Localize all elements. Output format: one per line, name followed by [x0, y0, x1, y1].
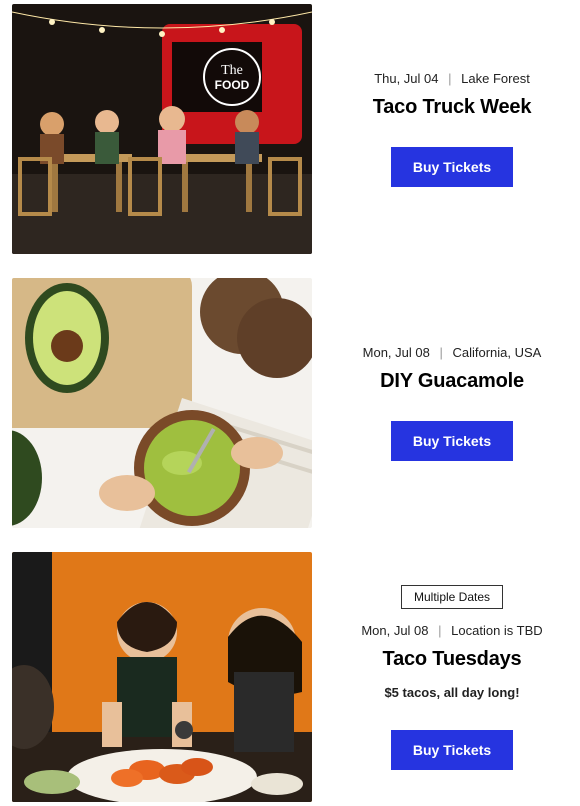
- event-location: California, USA: [452, 345, 541, 360]
- event-row: Multiple Dates Mon, Jul 08 | Location is…: [12, 552, 568, 802]
- event-info: Thu, Jul 04 | Lake Forest Taco Truck Wee…: [336, 71, 568, 187]
- events-list: The FOOD: [0, 0, 580, 806]
- buy-tickets-button[interactable]: Buy Tickets: [391, 147, 513, 187]
- event-location: Location is TBD: [451, 623, 543, 638]
- svg-text:The: The: [221, 63, 243, 78]
- event-row: The FOOD: [12, 4, 568, 254]
- event-date: Mon, Jul 08: [363, 345, 430, 360]
- event-location: Lake Forest: [461, 71, 530, 86]
- event-image: The FOOD: [12, 4, 312, 254]
- event-image: [12, 552, 312, 802]
- separator: |: [438, 623, 441, 638]
- event-meta: Mon, Jul 08 | Location is TBD: [361, 623, 542, 638]
- event-image: [12, 278, 312, 528]
- event-info: Multiple Dates Mon, Jul 08 | Location is…: [336, 585, 568, 770]
- buy-tickets-button[interactable]: Buy Tickets: [391, 730, 513, 770]
- event-row: Mon, Jul 08 | California, USA DIY Guacam…: [12, 278, 568, 528]
- event-date: Thu, Jul 04: [374, 71, 438, 86]
- separator: |: [448, 71, 451, 86]
- event-info: Mon, Jul 08 | California, USA DIY Guacam…: [336, 345, 568, 461]
- event-date: Mon, Jul 08: [361, 623, 428, 638]
- buy-tickets-button[interactable]: Buy Tickets: [391, 421, 513, 461]
- event-meta: Thu, Jul 04 | Lake Forest: [374, 71, 530, 86]
- multiple-dates-badge: Multiple Dates: [401, 585, 503, 609]
- event-meta: Mon, Jul 08 | California, USA: [363, 345, 542, 360]
- event-title: Taco Truck Week: [373, 96, 532, 119]
- event-title: DIY Guacamole: [380, 370, 524, 393]
- svg-text:FOOD: FOOD: [215, 78, 250, 92]
- separator: |: [439, 345, 442, 360]
- event-subtitle: $5 tacos, all day long!: [384, 685, 519, 700]
- event-title: Taco Tuesdays: [383, 648, 522, 671]
